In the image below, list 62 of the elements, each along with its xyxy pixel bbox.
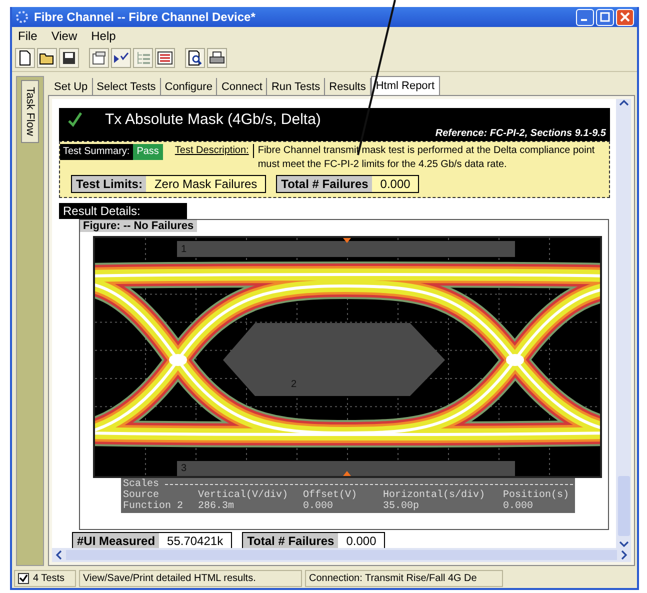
mask-label: 2	[291, 379, 297, 390]
side-tab[interactable]: Task Flow	[21, 80, 39, 143]
scales-cell-text: 0.000	[303, 501, 334, 512]
measurement-value: 55.70421k	[166, 533, 224, 549]
reference-text: Reference: FC-PI-2, Sections 9.1-9.5	[435, 128, 606, 139]
menu-item[interactable]: View	[51, 29, 78, 43]
scales-header: Position(s)	[503, 490, 570, 501]
close-button[interactable]	[616, 8, 634, 26]
description-label: Test Description:	[170, 144, 254, 158]
menu-item[interactable]: Help	[91, 29, 116, 43]
measurement-value: 0.000	[345, 533, 378, 549]
mask-label: 1	[181, 244, 187, 255]
limit-value: Zero Mask Failures	[153, 176, 258, 192]
maximize-icon	[600, 12, 610, 22]
new-file-icon[interactable]	[15, 48, 35, 68]
app-icon	[15, 10, 29, 24]
minimize-icon	[581, 19, 587, 21]
connection-status: Connection: Transmit Rise/Fall 4G De	[305, 570, 503, 586]
scrollbar-thumb[interactable]	[618, 476, 630, 536]
list-icon[interactable]	[155, 48, 175, 68]
scroll-right-icon[interactable]	[620, 550, 628, 560]
scales-cell-text: 35.00p	[383, 501, 420, 512]
window-title: Fibre Channel -- Fibre Channel Device*	[34, 10, 256, 24]
check-icon	[67, 112, 83, 128]
minimize-button[interactable]	[576, 8, 594, 26]
scales-cell-text: 286.3m	[198, 501, 236, 512]
checkbox[interactable]	[18, 572, 29, 584]
print-preview-icon[interactable]	[185, 48, 205, 68]
summary-label: Test Summary:	[60, 144, 133, 160]
pass-badge: Pass	[132, 144, 163, 160]
section-label: Result Details:	[59, 203, 187, 219]
limit-label: Total # Failures	[277, 176, 372, 192]
properties-icon[interactable]	[89, 48, 109, 68]
run-check-icon[interactable]	[111, 48, 131, 68]
scroll-left-icon[interactable]	[55, 550, 63, 560]
vertical-scrollbar[interactable]	[616, 99, 631, 548]
measurement-label: #UI Measured	[73, 533, 160, 549]
scales-cell-text: Function 2	[123, 501, 184, 512]
tab[interactable]: Html Report	[370, 76, 440, 95]
scroll-up-icon[interactable]	[618, 99, 628, 107]
figure-label: Figure: -- No Failures	[80, 220, 197, 232]
limit-label: Test Limits:	[72, 176, 146, 192]
print-icon[interactable]	[207, 48, 227, 68]
scroll-down-icon[interactable]	[618, 540, 628, 548]
report-title: Tx Absolute Mask (4Gb/s, Delta)	[105, 111, 321, 128]
scales-header: Horizontal(s/div)	[383, 490, 486, 501]
scales-header: Source	[123, 490, 160, 501]
horizontal-scrollbar[interactable]	[52, 548, 631, 562]
maximize-button[interactable]	[596, 8, 614, 26]
mask-label: 3	[181, 463, 187, 474]
close-icon	[620, 12, 630, 22]
scales-header: Vertical(V/div)	[198, 490, 290, 501]
scales-header: Offset(V)	[303, 490, 358, 501]
measurement-label: Total # Failures	[243, 533, 338, 549]
scales-cell-text: 0.000	[503, 501, 534, 512]
scales-title: Scales	[123, 479, 160, 490]
tests-count: 4 Tests	[33, 572, 64, 584]
status-message: View/Save/Print detailed HTML results.	[79, 570, 302, 586]
save-icon[interactable]	[59, 48, 79, 68]
limit-value: 0.000	[379, 176, 412, 192]
open-folder-icon[interactable]	[37, 48, 57, 68]
menu-item[interactable]: File	[18, 29, 38, 43]
